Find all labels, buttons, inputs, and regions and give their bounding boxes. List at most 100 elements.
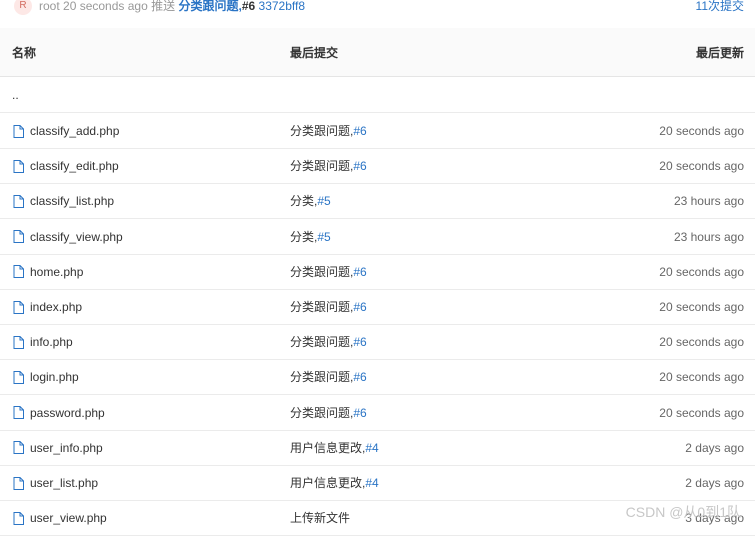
- last-commit-cell: 分类跟问题,#6: [290, 395, 367, 431]
- file-row[interactable]: user_list.php 用户信息更改,#4 2 days ago: [0, 465, 755, 501]
- file-icon: [13, 230, 24, 244]
- last-update-time: 2 days ago: [685, 476, 744, 490]
- file-name-cell[interactable]: info.php: [13, 324, 73, 360]
- commit-message-text[interactable]: 用户信息更改,: [290, 476, 365, 490]
- file-name-link[interactable]: classify_list.php: [30, 183, 114, 219]
- file-name-link[interactable]: classify_edit.php: [30, 148, 119, 184]
- avatar[interactable]: R: [14, 0, 32, 15]
- last-commit-cell: 上传新文件: [290, 500, 350, 536]
- file-name-cell[interactable]: classify_list.php: [13, 183, 114, 219]
- file-row[interactable]: login.php 分类跟问题,#6 20 seconds ago: [0, 359, 755, 396]
- file-name-link[interactable]: classify_view.php: [30, 219, 123, 255]
- issue-link[interactable]: #6: [353, 335, 366, 349]
- last-commit-cell: 分类跟问题,#6: [290, 289, 367, 325]
- commit-message-text[interactable]: 分类跟问题,: [290, 406, 353, 420]
- last-update-time: 23 hours ago: [673, 194, 744, 209]
- commit-message-text[interactable]: 分类跟问题,: [290, 265, 353, 279]
- file-name-cell[interactable]: index.php: [13, 289, 82, 325]
- file-icon: [13, 194, 24, 208]
- last-update-time: 20 seconds ago: [659, 124, 744, 138]
- file-row[interactable]: index.php 分类跟问题,#6 20 seconds ago: [0, 289, 755, 325]
- file-row[interactable]: info.php 分类跟问题,#6 20 seconds ago: [0, 324, 755, 361]
- file-row[interactable]: user_info.php 用户信息更改,#4 2 days ago: [0, 430, 755, 466]
- issue-link[interactable]: #6: [353, 300, 366, 314]
- parent-directory-row[interactable]: ..: [0, 77, 755, 113]
- file-row[interactable]: classify_view.php 分类,#5 23 hours ago: [0, 219, 755, 255]
- issue-link[interactable]: #6: [353, 370, 366, 384]
- file-name-cell[interactable]: classify_edit.php: [13, 148, 119, 184]
- file-name-link[interactable]: user_info.php: [30, 430, 103, 466]
- file-icon: [13, 124, 24, 138]
- issue-link[interactable]: #6: [353, 159, 366, 173]
- commit-message[interactable]: 分类跟问题,: [178, 0, 241, 13]
- file-name-link[interactable]: user_list.php: [30, 465, 98, 501]
- file-icon: [13, 370, 24, 384]
- file-table-header: 名称 最后提交 最后更新: [0, 28, 755, 77]
- file-row[interactable]: password.php 分类跟问题,#6 20 seconds ago: [0, 395, 755, 431]
- file-icon: [13, 406, 24, 420]
- commit-message-text[interactable]: 分类跟问题,: [290, 159, 353, 173]
- file-icon: [13, 441, 24, 455]
- issue-link[interactable]: #6: [353, 265, 366, 279]
- file-row[interactable]: classify_list.php 分类,#5 23 hours ago: [0, 183, 755, 220]
- commit-message-text[interactable]: 分类跟问题,: [290, 370, 353, 384]
- issue-link[interactable]: #5: [317, 230, 330, 244]
- commit-issue-link[interactable]: #6: [242, 0, 255, 13]
- issue-link[interactable]: #4: [365, 441, 378, 455]
- last-update-time: 20 seconds ago: [659, 300, 744, 314]
- last-commit-cell: 用户信息更改,#4: [290, 465, 379, 501]
- file-icon: [13, 335, 24, 349]
- file-name-link[interactable]: classify_add.php: [30, 113, 119, 149]
- file-name-link[interactable]: index.php: [30, 289, 82, 325]
- file-name-cell[interactable]: home.php: [13, 254, 83, 290]
- issue-link[interactable]: #6: [353, 406, 366, 420]
- file-name-cell[interactable]: user_info.php: [13, 430, 103, 466]
- last-commit-cell: 分类跟问题,#6: [290, 359, 367, 395]
- file-icon: [13, 265, 24, 279]
- last-update-time: 20 seconds ago: [659, 370, 744, 385]
- commit-message-text[interactable]: 分类,: [290, 230, 317, 244]
- last-update-time: 20 seconds ago: [659, 159, 744, 174]
- file-name-cell[interactable]: password.php: [13, 395, 105, 431]
- file-name-cell[interactable]: classify_add.php: [13, 113, 119, 149]
- file-row[interactable]: classify_add.php 分类跟问题,#6 20 seconds ago: [0, 113, 755, 149]
- column-header-last-update: 最后更新: [695, 46, 744, 60]
- issue-link[interactable]: #4: [365, 476, 378, 490]
- last-update-time: 20 seconds ago: [659, 264, 744, 279]
- commit-time: 20 seconds ago: [63, 0, 148, 13]
- commit-count-link[interactable]: 11次提交: [696, 0, 744, 15]
- file-icon: [13, 300, 24, 314]
- issue-link[interactable]: #5: [317, 194, 330, 208]
- file-name-cell[interactable]: user_view.php: [13, 500, 107, 536]
- commit-author[interactable]: root: [39, 0, 60, 13]
- last-update-time: 20 seconds ago: [659, 405, 744, 420]
- last-commit-bar: R root 20 seconds ago 推送 分类跟问题,#6 3372bf…: [0, 0, 755, 29]
- csdn-watermark: CSDN @从0到1队: [625, 504, 741, 520]
- commit-message-text[interactable]: 用户信息更改,: [290, 441, 365, 455]
- file-icon: [13, 476, 24, 490]
- commit-message-text[interactable]: 分类跟问题,: [290, 335, 353, 349]
- last-commit-cell: 用户信息更改,#4: [290, 430, 379, 466]
- commit-message-text[interactable]: 分类跟问题,: [290, 300, 353, 314]
- file-name-cell[interactable]: user_list.php: [13, 465, 98, 501]
- issue-link[interactable]: #6: [353, 124, 366, 138]
- last-commit-cell: 分类跟问题,#6: [290, 148, 367, 184]
- file-row[interactable]: classify_edit.php 分类跟问题,#6 20 seconds ago: [0, 148, 755, 185]
- file-row[interactable]: home.php 分类跟问题,#6 20 seconds ago: [0, 254, 755, 290]
- file-name-link[interactable]: user_view.php: [30, 500, 107, 536]
- commit-hash-link[interactable]: 3372bff8: [259, 0, 306, 13]
- last-commit-cell: 分类跟问题,#6: [290, 113, 367, 149]
- file-name-link[interactable]: password.php: [30, 395, 105, 431]
- commit-message-text[interactable]: 分类,: [290, 194, 317, 208]
- file-name-cell[interactable]: classify_view.php: [13, 219, 123, 255]
- commit-action: 推送: [151, 0, 176, 13]
- commit-message-text[interactable]: 分类跟问题,: [290, 124, 353, 138]
- commit-message-text[interactable]: 上传新文件: [290, 511, 350, 525]
- last-update-time: 20 seconds ago: [659, 335, 744, 350]
- file-name-link[interactable]: home.php: [30, 254, 83, 290]
- file-name-cell[interactable]: login.php: [13, 359, 79, 395]
- parent-directory-link[interactable]: ..: [12, 77, 19, 113]
- last-commit-cell: 分类,#5: [290, 219, 331, 255]
- file-name-link[interactable]: info.php: [30, 324, 73, 360]
- file-name-link[interactable]: login.php: [30, 359, 79, 395]
